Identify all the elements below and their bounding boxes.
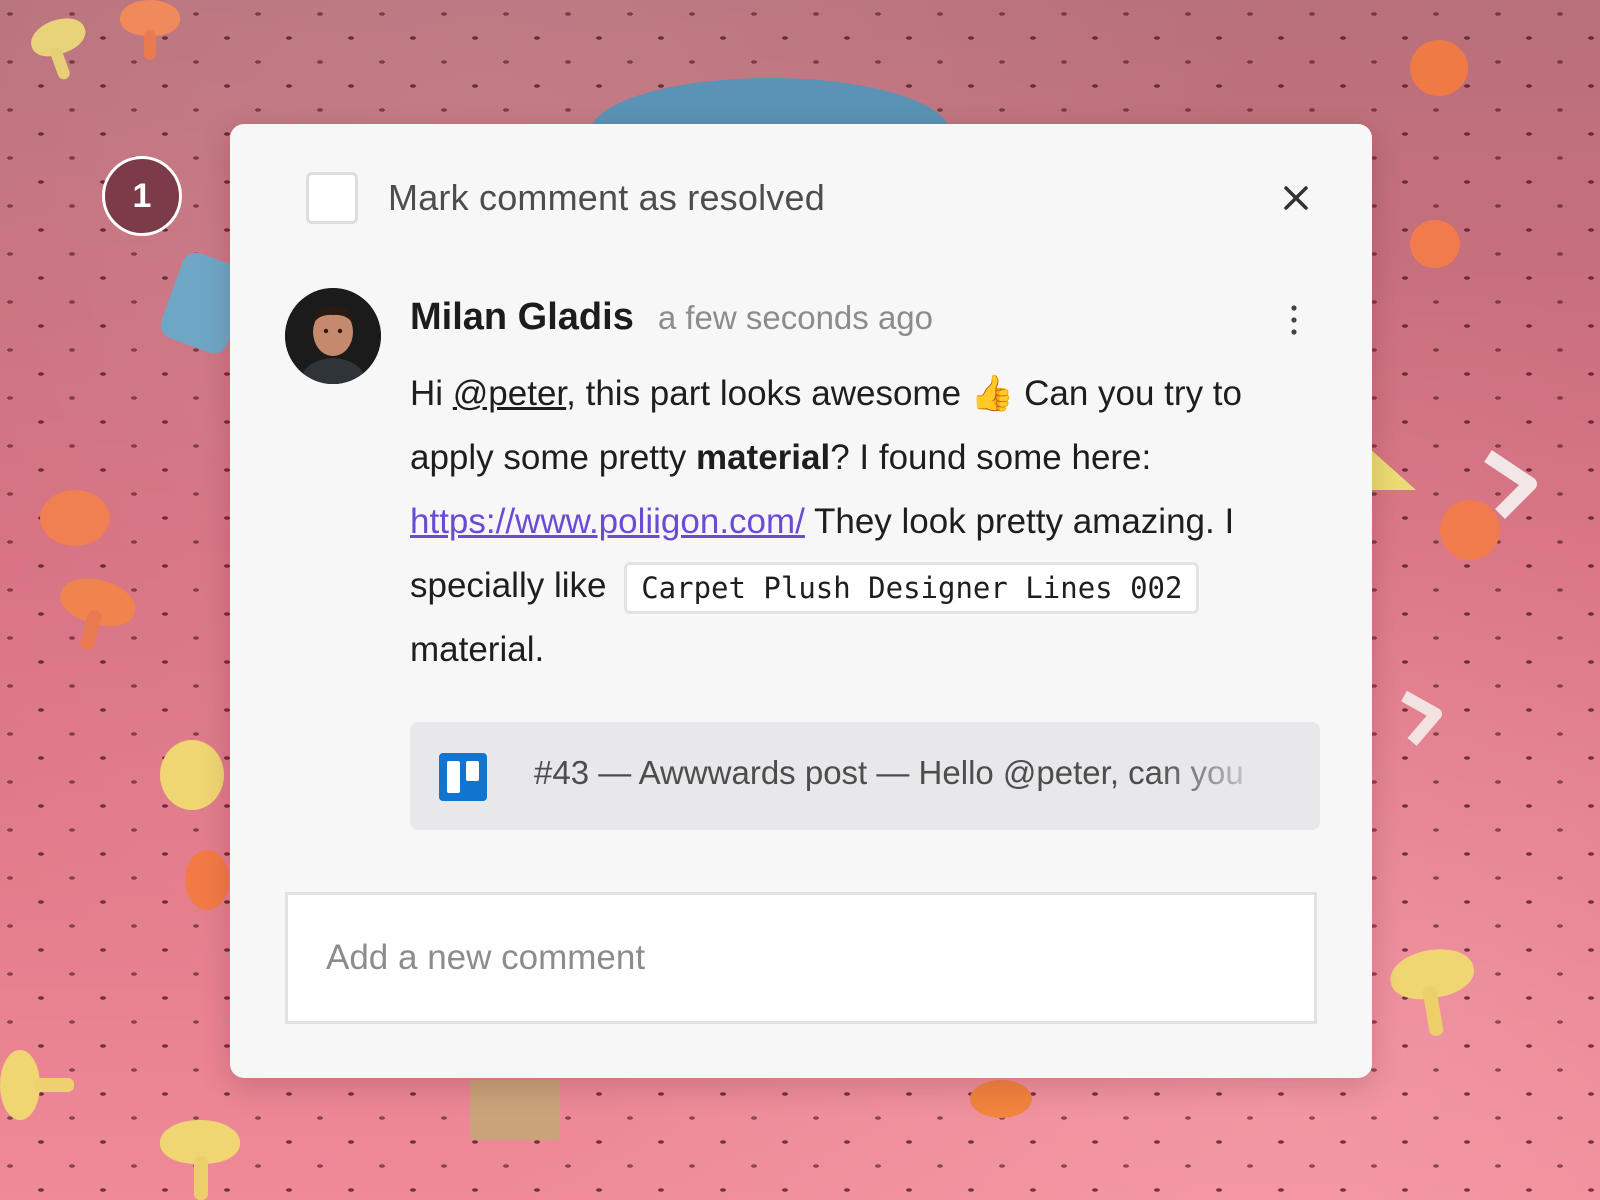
body-text: , this part looks awesome bbox=[566, 374, 971, 413]
comment-body: Hi @peter, this part looks awesome 👍 Can… bbox=[410, 362, 1310, 682]
bold-material: material bbox=[695, 438, 831, 477]
trello-card-title: #43 — Awwwards post — Hello @peter, can … bbox=[534, 754, 1244, 791]
resolve-row: Mark comment as resolved bbox=[306, 172, 825, 224]
body-text: material. bbox=[410, 630, 545, 669]
more-vertical-icon bbox=[1291, 305, 1297, 335]
mention-peter[interactable]: @peter bbox=[453, 374, 566, 413]
resolve-checkbox[interactable] bbox=[306, 172, 358, 224]
resolve-label: Mark comment as resolved bbox=[388, 177, 825, 218]
body-text: ? I found some here: bbox=[830, 438, 1152, 477]
comment-timestamp: a few seconds ago bbox=[657, 299, 934, 336]
step-number-badge: 1 bbox=[102, 156, 182, 236]
thumbs-up-emoji: 👍 bbox=[970, 374, 1015, 413]
body-text: Hi bbox=[410, 374, 453, 413]
poliigon-link[interactable]: https://www.poliigon.com/ bbox=[410, 502, 805, 541]
white-arrow-decoration bbox=[1480, 450, 1540, 525]
white-arrow-decoration bbox=[1400, 690, 1450, 755]
avatar bbox=[285, 288, 381, 384]
more-options-button[interactable] bbox=[1284, 300, 1304, 340]
author-name: Milan Gladis bbox=[410, 296, 634, 338]
close-icon bbox=[1284, 186, 1308, 210]
trello-icon bbox=[439, 753, 487, 801]
material-code-snippet: Carpet Plush Designer Lines 002 bbox=[624, 561, 1200, 614]
comment-header: Milan Gladis a few seconds ago bbox=[410, 296, 933, 339]
new-comment-input[interactable] bbox=[285, 892, 1317, 1024]
comment-card: Mark comment as resolved Milan Gladis a … bbox=[230, 124, 1372, 1078]
close-button[interactable] bbox=[1276, 178, 1316, 218]
trello-attachment[interactable]: #43 — Awwwards post — Hello @peter, can … bbox=[410, 722, 1320, 830]
